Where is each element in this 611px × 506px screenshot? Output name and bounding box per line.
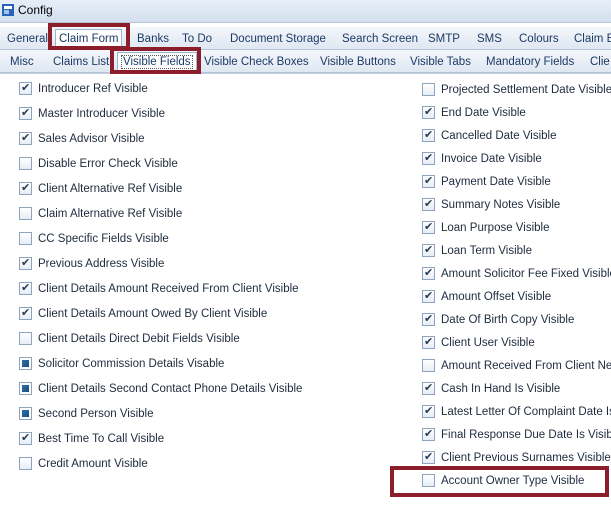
checkbox-label: Cancelled Date Visible xyxy=(441,130,557,142)
checkbox-label: CC Specific Fields Visible xyxy=(38,233,169,245)
checkbox-unchecked[interactable] xyxy=(19,457,32,470)
checkbox-checked[interactable] xyxy=(19,105,32,121)
checkbox-unchecked[interactable] xyxy=(19,232,32,245)
tab-banks[interactable]: Banks xyxy=(137,31,169,47)
checkbox-label: Client Details Second Contact Phone Deta… xyxy=(38,383,303,395)
tab-to-do[interactable]: To Do xyxy=(182,31,212,47)
checkbox-label: Client Details Amount Owed By Client Vis… xyxy=(38,308,268,320)
checkbox-label: Payment Date Visible xyxy=(441,176,551,188)
checkbox-checked[interactable] xyxy=(422,150,435,166)
checkbox-label: Master Introducer Visible xyxy=(38,108,165,120)
checkbox-label: Client Alternative Ref Visible xyxy=(38,183,183,195)
sub-tab-strip: Misc Claims List Visible Fields Visible … xyxy=(0,50,611,73)
checkbox-checked[interactable] xyxy=(422,242,435,258)
checkbox-label: Client Details Amount Received From Clie… xyxy=(38,283,299,295)
checkbox-indeterminate[interactable] xyxy=(19,357,32,370)
checkbox-checked[interactable] xyxy=(19,430,32,446)
checkbox-checked[interactable] xyxy=(422,104,435,120)
checkbox-checked[interactable] xyxy=(422,196,435,212)
checkbox-label: Client Details Direct Debit Fields Visib… xyxy=(38,333,240,345)
checkbox-label: Amount Received From Client Net xyxy=(441,360,611,372)
tab-document-storage[interactable]: Document Storage xyxy=(230,31,326,47)
tab-smtp[interactable]: SMTP xyxy=(428,31,460,47)
checkbox-label: Second Person Visible xyxy=(38,408,154,420)
checkbox-label: Loan Purpose Visible xyxy=(441,222,550,234)
visible-fields-panel: Introducer Ref Visible Master Introducer … xyxy=(0,73,611,506)
tab-misc[interactable]: Misc xyxy=(10,54,34,70)
checkbox-label: Sales Advisor Visible xyxy=(38,133,145,145)
highlight-visible-fields-tab xyxy=(110,47,201,74)
tab-sms[interactable]: SMS xyxy=(477,31,502,47)
tab-claims-list[interactable]: Claims List xyxy=(53,54,109,70)
window-title: Config xyxy=(18,3,53,17)
checkbox-label: Client User Visible xyxy=(441,337,535,349)
tab-claim-e[interactable]: Claim E xyxy=(574,31,611,47)
checkbox-label: Disable Error Check Visible xyxy=(38,158,178,170)
checkbox-label: Claim Alternative Ref Visible xyxy=(38,208,183,220)
tab-visible-check-boxes[interactable]: Visible Check Boxes xyxy=(204,54,309,70)
checkbox-label: Best Time To Call Visible xyxy=(38,433,165,445)
checkbox-unchecked[interactable] xyxy=(19,332,32,345)
checkbox-label: Invoice Date Visible xyxy=(441,153,542,165)
checkbox-label: Latest Letter Of Complaint Date Is xyxy=(441,406,611,418)
checkbox-checked[interactable] xyxy=(422,265,435,281)
checkbox-label: Solicitor Commission Details Visable xyxy=(38,358,225,370)
highlight-account-owner-type xyxy=(390,466,609,497)
checkbox-checked[interactable] xyxy=(422,380,435,396)
tab-mandatory-fields[interactable]: Mandatory Fields xyxy=(486,54,574,70)
checkbox-checked[interactable] xyxy=(422,173,435,189)
tab-visible-buttons[interactable]: Visible Buttons xyxy=(320,54,396,70)
tab-colours[interactable]: Colours xyxy=(519,31,559,47)
highlight-claim-form-tab xyxy=(48,23,130,50)
checkbox-label: Amount Solicitor Fee Fixed Visible xyxy=(441,268,611,280)
checkbox-checked[interactable] xyxy=(422,403,435,419)
tab-search-screen[interactable]: Search Screen xyxy=(342,31,418,47)
checkbox-unchecked[interactable] xyxy=(422,359,435,372)
checkbox-label: Summary Notes Visible xyxy=(441,199,561,211)
checkbox-indeterminate[interactable] xyxy=(19,407,32,420)
checkbox-checked[interactable] xyxy=(19,130,32,146)
checkbox-checked[interactable] xyxy=(19,80,32,96)
checkbox-checked[interactable] xyxy=(422,449,435,465)
checkbox-checked[interactable] xyxy=(422,311,435,327)
checkbox-checked[interactable] xyxy=(422,127,435,143)
tab-visible-tabs[interactable]: Visible Tabs xyxy=(410,54,471,70)
title-bar: Config xyxy=(0,0,611,23)
checkbox-checked[interactable] xyxy=(422,426,435,442)
checkbox-checked[interactable] xyxy=(422,219,435,235)
checkbox-indeterminate[interactable] xyxy=(19,382,32,395)
checkbox-label: Projected Settlement Date Visible xyxy=(441,84,611,96)
checkbox-label: Cash In Hand Is Visible xyxy=(441,383,561,395)
checkbox-checked[interactable] xyxy=(19,305,32,321)
checkbox-label: Previous Address Visible xyxy=(38,258,165,270)
checkbox-checked[interactable] xyxy=(19,255,32,271)
tab-clie[interactable]: Clie xyxy=(590,54,610,70)
checkbox-label: Final Response Due Date Is Visible xyxy=(441,429,611,441)
app-icon xyxy=(2,4,14,16)
checkbox-unchecked[interactable] xyxy=(19,157,32,170)
checkbox-checked[interactable] xyxy=(19,180,32,196)
checkbox-label: Credit Amount Visible xyxy=(38,458,148,470)
checkbox-label: Amount Offset Visible xyxy=(441,291,552,303)
checkbox-checked[interactable] xyxy=(422,334,435,350)
checkbox-label: Client Previous Surnames Visible xyxy=(441,452,611,464)
checkbox-label: Introducer Ref Visible xyxy=(38,83,148,95)
checkbox-unchecked[interactable] xyxy=(19,207,32,220)
checkbox-label: Loan Term Visible xyxy=(441,245,532,257)
checkbox-checked[interactable] xyxy=(422,288,435,304)
checkbox-label: End Date Visible xyxy=(441,107,526,119)
checkbox-label: Date Of Birth Copy Visible xyxy=(441,314,575,326)
tab-general[interactable]: General xyxy=(7,31,48,47)
checkbox-unchecked[interactable] xyxy=(422,83,435,96)
checkbox-checked[interactable] xyxy=(19,280,32,296)
